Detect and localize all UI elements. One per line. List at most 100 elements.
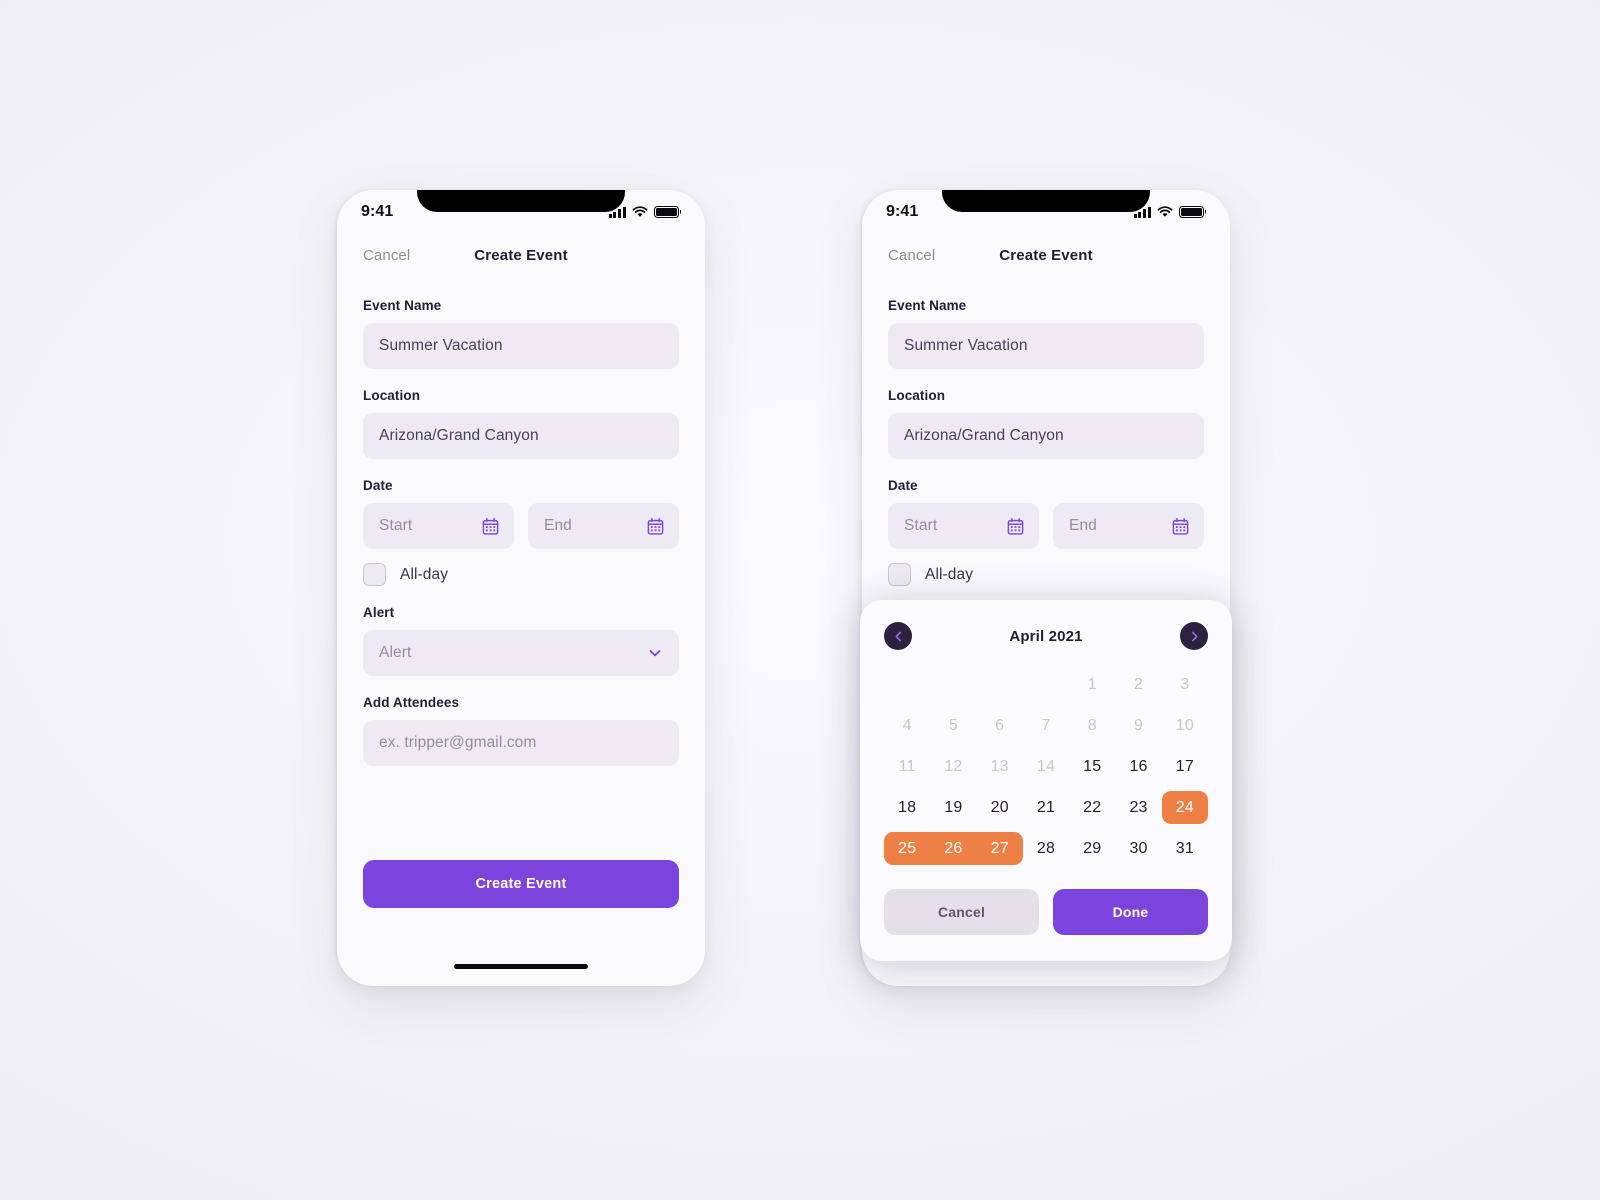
start-date-input[interactable]: Start (363, 503, 514, 549)
calendar-day-17[interactable]: 17 (1162, 750, 1208, 783)
next-month-button[interactable] (1180, 622, 1208, 650)
chevron-down-icon[interactable] (647, 645, 663, 661)
alert-select[interactable]: Alert (363, 630, 679, 676)
allday-label: All-day (925, 565, 974, 583)
signal-bars-icon (608, 206, 626, 218)
calendar-day-22[interactable]: 22 (1069, 791, 1115, 824)
create-event-form: Event Name Summer Vacation Location Ariz… (862, 276, 1230, 586)
calendar-day-14: 14 (1036, 757, 1056, 775)
calendar-day-5: 5 (948, 716, 958, 734)
status-icons (608, 206, 679, 218)
prev-month-button[interactable] (884, 622, 912, 650)
datepicker-cancel-button[interactable]: Cancel (884, 889, 1039, 935)
event-name-input[interactable]: Summer Vacation (363, 323, 679, 369)
location-group: Location Arizona/Grand Canyon (363, 388, 679, 459)
calendar-day-15[interactable]: 15 (1069, 750, 1115, 783)
status-icons (1133, 206, 1204, 218)
date-label: Date (363, 478, 393, 493)
calendar-day-8: 8 (1087, 716, 1097, 734)
calendar-icon[interactable] (646, 517, 665, 536)
end-date-placeholder: End (544, 517, 572, 534)
calendar-day-19[interactable]: 19 (930, 791, 976, 824)
calendar-icon[interactable] (1171, 517, 1190, 536)
calendar-icon[interactable] (1006, 517, 1025, 536)
event-name-input[interactable]: Summer Vacation (888, 323, 1204, 369)
date-picker-modal: April 2021 1 2 3 4 5 6 7 8 9 10 11 12 13 14 15 16 17 18 19… (860, 600, 1232, 961)
calendar-grid: 1 2 3 4 5 6 7 8 9 10 11 12 13 14 15 16 17 18 19 20 21 22 23 24 2… (884, 668, 1208, 865)
create-event-form: Event Name Summer Vacation Location Ariz… (337, 276, 705, 766)
calendar-icon[interactable] (481, 517, 500, 536)
date-row: Start End (888, 503, 1204, 549)
date-row: Start End (363, 503, 679, 549)
status-time: 9:41 (886, 203, 919, 220)
battery-full-icon (1179, 206, 1204, 218)
calendar-day-6: 6 (995, 716, 1005, 734)
calendar-day-18[interactable]: 18 (884, 791, 930, 824)
calendar-day-13: 13 (990, 757, 1009, 775)
location-group: Location Arizona/Grand Canyon (888, 388, 1204, 459)
nav-bar: Cancel Create Event (862, 234, 1230, 276)
calendar-day-31[interactable]: 31 (1162, 832, 1208, 865)
allday-row[interactable]: All-day (888, 563, 1204, 586)
cancel-button[interactable]: Cancel (888, 247, 935, 264)
calendar-day-1: 1 (1087, 675, 1097, 693)
start-date-placeholder: Start (904, 517, 938, 534)
calendar-day-30[interactable]: 30 (1115, 832, 1161, 865)
nav-bar: Cancel Create Event (337, 234, 705, 276)
signal-bars-icon (1133, 206, 1151, 218)
status-bar: 9:41 (862, 190, 1230, 234)
calendar-day-2: 2 (1134, 675, 1144, 693)
wifi-icon (632, 206, 648, 217)
datepicker-done-button[interactable]: Done (1053, 889, 1208, 935)
allday-label: All-day (400, 565, 449, 583)
create-event-button[interactable]: Create Event (363, 860, 679, 908)
alert-group: Alert Alert (363, 605, 679, 676)
status-time: 9:41 (361, 203, 394, 220)
end-date-input[interactable]: End (528, 503, 679, 549)
month-year-label: April 2021 (1009, 627, 1083, 645)
calendar-day-10: 10 (1175, 716, 1194, 734)
calendar-day-25[interactable]: 25 (884, 832, 931, 865)
location-input[interactable]: Arizona/Grand Canyon (363, 413, 679, 459)
allday-checkbox[interactable] (888, 563, 911, 586)
allday-row[interactable]: All-day (363, 563, 679, 586)
phone-screen-create-event: 9:41 Cancel Create Event Event Name Summ… (337, 190, 705, 986)
date-label: Date (888, 478, 918, 493)
location-label: Location (363, 388, 421, 403)
wifi-icon (1157, 206, 1173, 217)
calendar-day-23[interactable]: 23 (1115, 791, 1161, 824)
calendar-day-29[interactable]: 29 (1069, 832, 1115, 865)
date-group: Date Start End All-day (363, 478, 679, 586)
cancel-button[interactable]: Cancel (363, 247, 410, 264)
start-date-input[interactable]: Start (888, 503, 1039, 549)
status-bar: 9:41 (337, 190, 705, 234)
allday-checkbox[interactable] (363, 563, 386, 586)
attendees-group: Add Attendees ex. tripper@gmail.com (363, 695, 679, 766)
calendar-day-16[interactable]: 16 (1115, 750, 1161, 783)
end-date-input[interactable]: End (1053, 503, 1204, 549)
calendar-day-20[interactable]: 20 (977, 791, 1023, 824)
calendar-day-21[interactable]: 21 (1023, 791, 1069, 824)
end-date-placeholder: End (1069, 517, 1097, 534)
event-name-label: Event Name (363, 298, 442, 313)
calendar-day-27[interactable]: 27 (976, 832, 1023, 865)
calendar-day-9: 9 (1134, 716, 1144, 734)
date-picker-header: April 2021 (884, 622, 1208, 650)
calendar-day-3: 3 (1180, 675, 1190, 693)
calendar-day-24[interactable]: 24 (1161, 791, 1208, 824)
event-name-label: Event Name (888, 298, 967, 313)
calendar-day-26[interactable]: 26 (930, 832, 977, 865)
chevron-right-icon (1191, 631, 1198, 641)
location-label: Location (888, 388, 946, 403)
alert-label: Alert (363, 605, 395, 620)
event-name-group: Event Name Summer Vacation (888, 298, 1204, 369)
start-date-placeholder: Start (379, 517, 413, 534)
calendar-day-28[interactable]: 28 (1023, 832, 1069, 865)
location-input[interactable]: Arizona/Grand Canyon (888, 413, 1204, 459)
calendar-day-7: 7 (1041, 716, 1051, 734)
attendees-input[interactable]: ex. tripper@gmail.com (363, 720, 679, 766)
home-indicator (454, 964, 588, 969)
calendar-day-12: 12 (944, 757, 963, 775)
calendar-day-11: 11 (898, 757, 916, 775)
date-group: Date Start End All-day (888, 478, 1204, 586)
